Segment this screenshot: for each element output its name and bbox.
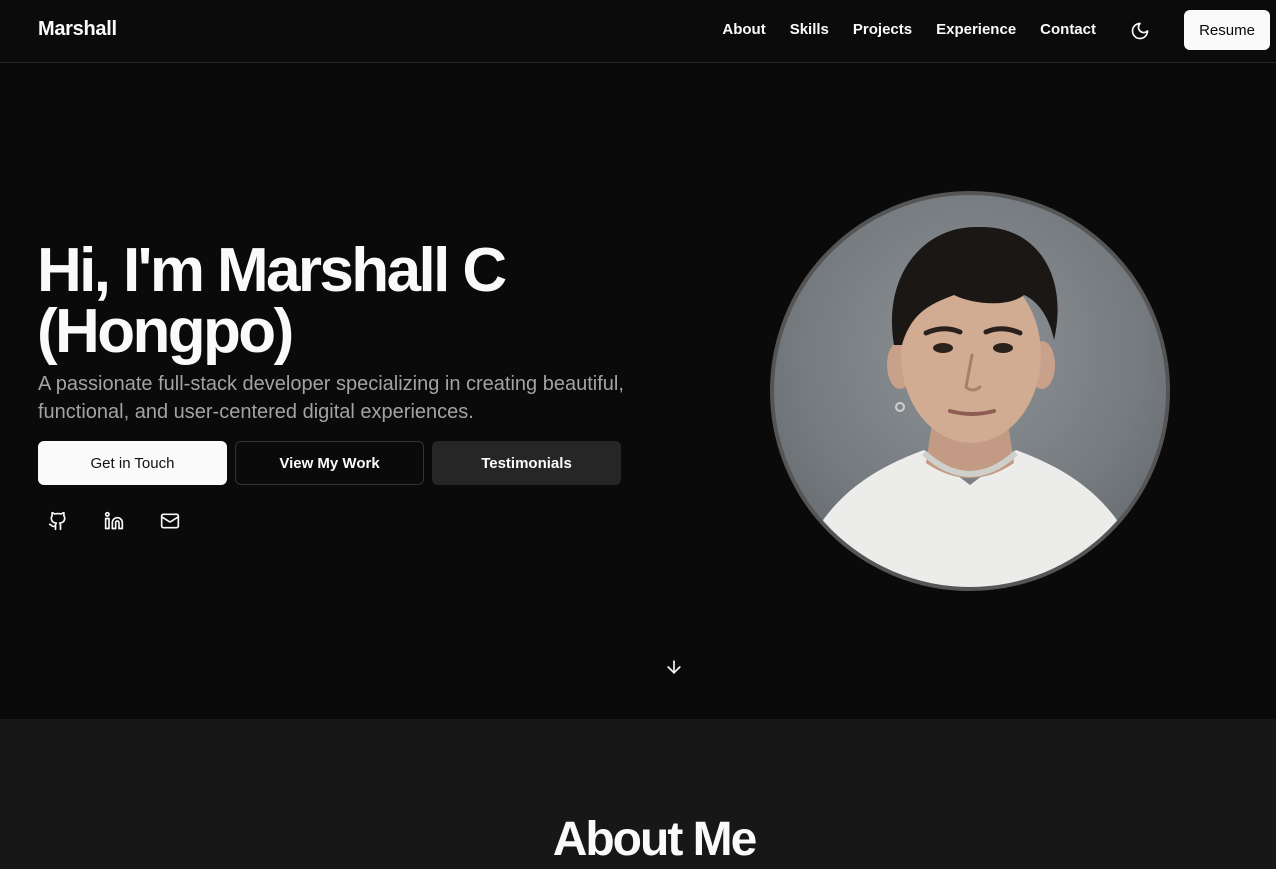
scroll-down-button[interactable] [664, 657, 684, 677]
site-header: Marshall About Skills Projects Experienc… [0, 0, 1276, 63]
nav-contact[interactable]: Contact [1040, 21, 1096, 38]
resume-button[interactable]: Resume [1184, 10, 1270, 50]
hero-subtitle: A passionate full-stack developer specia… [38, 373, 624, 423]
linkedin-icon [104, 511, 124, 530]
moon-icon [1131, 22, 1149, 40]
profile-photo-illustration [794, 226, 1146, 587]
email-link[interactable] [158, 509, 182, 533]
nav-experience[interactable]: Experience [936, 21, 1016, 38]
view-my-work-button[interactable]: View My Work [235, 441, 424, 485]
github-link[interactable] [46, 509, 70, 533]
profile-photo [770, 191, 1170, 591]
arrow-down-icon [667, 660, 681, 674]
about-title: About Me [552, 813, 758, 866]
hero-title-line1: Hi, I'm Marshall C [37, 236, 507, 305]
hero-title: Hi, I'm Marshall C (Hongpo) [37, 240, 677, 363]
github-icon [48, 511, 66, 531]
theme-toggle-button[interactable] [1126, 17, 1154, 45]
get-in-touch-button[interactable]: Get in Touch [38, 441, 227, 485]
nav-about[interactable]: About [722, 21, 765, 38]
about-section: About Me [0, 719, 1276, 869]
nav-projects[interactable]: Projects [853, 21, 912, 38]
hero-title-line2: (Hongpo) [37, 297, 294, 366]
main-nav: About Skills Projects Experience Contact [722, 21, 1096, 38]
site-logo[interactable]: Marshall [38, 18, 117, 41]
linkedin-link[interactable] [102, 509, 126, 533]
testimonials-button[interactable]: Testimonials [432, 441, 621, 485]
nav-skills[interactable]: Skills [790, 21, 829, 38]
mail-icon [160, 513, 180, 529]
